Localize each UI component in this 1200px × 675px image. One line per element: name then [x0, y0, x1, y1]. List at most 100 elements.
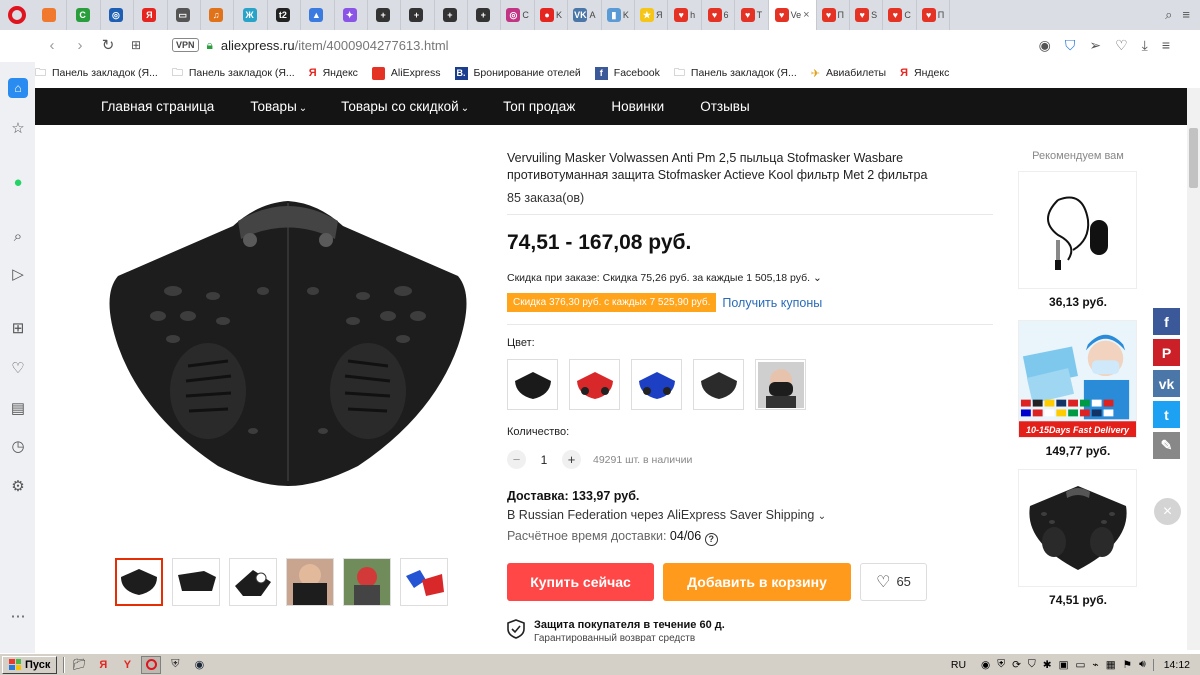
browser-tab[interactable]: ▭	[168, 0, 201, 30]
browser-tab[interactable]: +	[368, 0, 402, 30]
browser-tab[interactable]	[34, 0, 68, 30]
recommended-item[interactable]: 36,13 руб.	[1018, 171, 1138, 309]
buy-now-button[interactable]: Купить сейчас	[507, 562, 654, 601]
bookmark-item[interactable]: Я Яндекс	[900, 67, 949, 79]
bookmark-item[interactable]: B. Бронирование отелей	[454, 66, 581, 80]
search-icon[interactable]: ⌕	[8, 226, 28, 246]
heart-icon[interactable]: ♡	[1115, 37, 1128, 54]
history-icon[interactable]: ◷	[8, 436, 28, 456]
url-field[interactable]: aliexpress.ru/item/4000904277613.html	[221, 38, 449, 53]
thumbnail[interactable]	[115, 558, 163, 606]
opera-taskbar-icon[interactable]	[141, 655, 162, 674]
browser-tab[interactable]: ▲	[301, 0, 335, 30]
tanks-icon[interactable]: ⛨	[165, 656, 185, 674]
product-main-image[interactable]	[103, 181, 473, 501]
facebook-share-icon[interactable]: f	[1153, 308, 1180, 335]
settings-icon[interactable]: ⚙	[8, 476, 28, 496]
language-indicator[interactable]: RU	[951, 659, 966, 671]
drive-icon[interactable]: ▭	[1076, 659, 1086, 671]
bookmark-item[interactable]: 🗀 Панель закладок (Я...	[674, 64, 797, 83]
nav-item[interactable]: Товары со скидкой ⌄	[341, 99, 503, 114]
nav-item[interactable]: Товары ⌄	[250, 99, 341, 114]
shield-icon[interactable]: ⛉	[1065, 37, 1076, 54]
color-option-dark[interactable]	[693, 359, 744, 410]
twitter-share-icon[interactable]: t	[1153, 401, 1180, 428]
update-tray-icon[interactable]: ⟳	[1012, 659, 1021, 671]
back-icon[interactable]: ‹	[38, 37, 66, 54]
lock-icon[interactable]: 🔒︎	[207, 38, 213, 53]
news-icon[interactable]: ▤	[8, 398, 28, 418]
quantity-value[interactable]: 1	[534, 453, 554, 467]
browser-tab[interactable]: ♥ П	[917, 0, 951, 30]
recommended-item-image[interactable]	[1018, 469, 1137, 587]
browser-tab[interactable]: t2	[268, 0, 302, 30]
browser-tab[interactable]: Я	[134, 0, 168, 30]
scrollbar-thumb[interactable]	[1189, 128, 1198, 188]
browser-tab[interactable]: ● K	[535, 0, 569, 30]
vpn-badge[interactable]: VPN	[172, 38, 199, 52]
steam-tray-icon[interactable]: ◉	[981, 659, 990, 671]
tab-grid-icon[interactable]: ⊞	[122, 38, 150, 52]
thumbnail[interactable]	[343, 558, 391, 606]
color-option-photo[interactable]	[755, 359, 806, 410]
easy-setup-icon[interactable]: ≡	[1182, 7, 1190, 23]
download-icon[interactable]: ⤓	[1142, 37, 1148, 54]
bookmark-item[interactable]: Я Яндекс	[309, 67, 358, 79]
browser-tab[interactable]: ♥ C	[883, 0, 917, 30]
star-icon[interactable]: ☆	[8, 118, 28, 138]
browser-tab[interactable]: ♥ S	[850, 0, 884, 30]
shipping-method[interactable]: В Russian Federation через AliExpress Sa…	[507, 508, 993, 522]
camera-icon[interactable]: ◉	[1039, 37, 1051, 54]
browser-tab[interactable]: ◎	[101, 0, 135, 30]
yandex-icon[interactable]: Я	[93, 656, 113, 674]
color-option-blue[interactable]	[631, 359, 682, 410]
minus-icon[interactable]: −	[507, 450, 526, 469]
active-tab[interactable]: ♥ Ve ×	[768, 0, 817, 30]
nav-item[interactable]: Новинки	[611, 99, 700, 114]
home-icon[interactable]: ⌂	[8, 78, 28, 98]
bookmark-item[interactable]: 🗀 Панель закладок (Я...	[172, 64, 295, 83]
forward-icon[interactable]: ›	[66, 37, 94, 54]
clock[interactable]: 14:12	[1152, 658, 1196, 671]
nav-item[interactable]: Отзывы	[700, 99, 785, 114]
thumbnail[interactable]	[229, 558, 277, 606]
edit-share-icon[interactable]: ✎	[1153, 432, 1180, 459]
browser-tab[interactable]: ♥ T	[735, 0, 769, 30]
heart-icon[interactable]: ♡	[8, 358, 28, 378]
thumbnail[interactable]	[400, 558, 448, 606]
add-to-cart-button[interactable]: Добавить в корзину	[663, 562, 851, 601]
reload-icon[interactable]: ↻	[94, 36, 122, 54]
browser-tab[interactable]: ♥ П	[817, 0, 850, 30]
browser-tab[interactable]: Ж	[234, 0, 268, 30]
yandex-browser-icon[interactable]: Y	[117, 656, 137, 674]
browser-tab[interactable]: +	[468, 0, 502, 30]
browser-tab[interactable]: +	[401, 0, 435, 30]
browser-tab[interactable]: VK A	[568, 0, 602, 30]
browser-tab[interactable]: ▮ K	[602, 0, 636, 30]
recommended-item-image[interactable]	[1018, 171, 1137, 289]
wishlist-button[interactable]: ♡ 65	[860, 562, 927, 601]
browser-tab[interactable]: ✦	[335, 0, 368, 30]
send-icon[interactable]: ▷	[8, 264, 28, 284]
browser-tab[interactable]: ★ Я	[635, 0, 669, 30]
grid-icon[interactable]: ⊞	[8, 318, 28, 338]
thumbnail[interactable]	[172, 558, 220, 606]
flag-icon[interactable]: ⚑	[1123, 659, 1132, 671]
color-option-red[interactable]	[569, 359, 620, 410]
opera-menu-icon[interactable]	[0, 0, 34, 30]
browser-tab[interactable]: ♥ 6	[702, 0, 736, 30]
volume-icon[interactable]: 🔊︎	[1139, 658, 1146, 671]
color-option-black[interactable]	[507, 359, 558, 410]
gpu-icon[interactable]: ▦	[1106, 659, 1116, 671]
close-tab-icon[interactable]: ×	[803, 9, 809, 21]
files-icon[interactable]: 📁︎	[69, 656, 89, 674]
bookmark-item[interactable]: ✈ Авиабилеты	[811, 67, 886, 80]
browser-tab[interactable]: ◎ C	[501, 0, 535, 30]
bookmark-item[interactable]: 🗀 Панель закладок (Я...	[35, 64, 158, 83]
nav-item[interactable]: Топ продаж	[503, 99, 611, 114]
recommended-item-image[interactable]: 10-15Days Fast Delivery	[1018, 320, 1137, 438]
orders-count[interactable]: 85 заказа(ов)	[507, 191, 993, 205]
nav-item[interactable]: Главная страница	[101, 99, 250, 114]
whatsapp-icon[interactable]: ●	[8, 172, 28, 192]
thumbnail[interactable]	[286, 558, 334, 606]
